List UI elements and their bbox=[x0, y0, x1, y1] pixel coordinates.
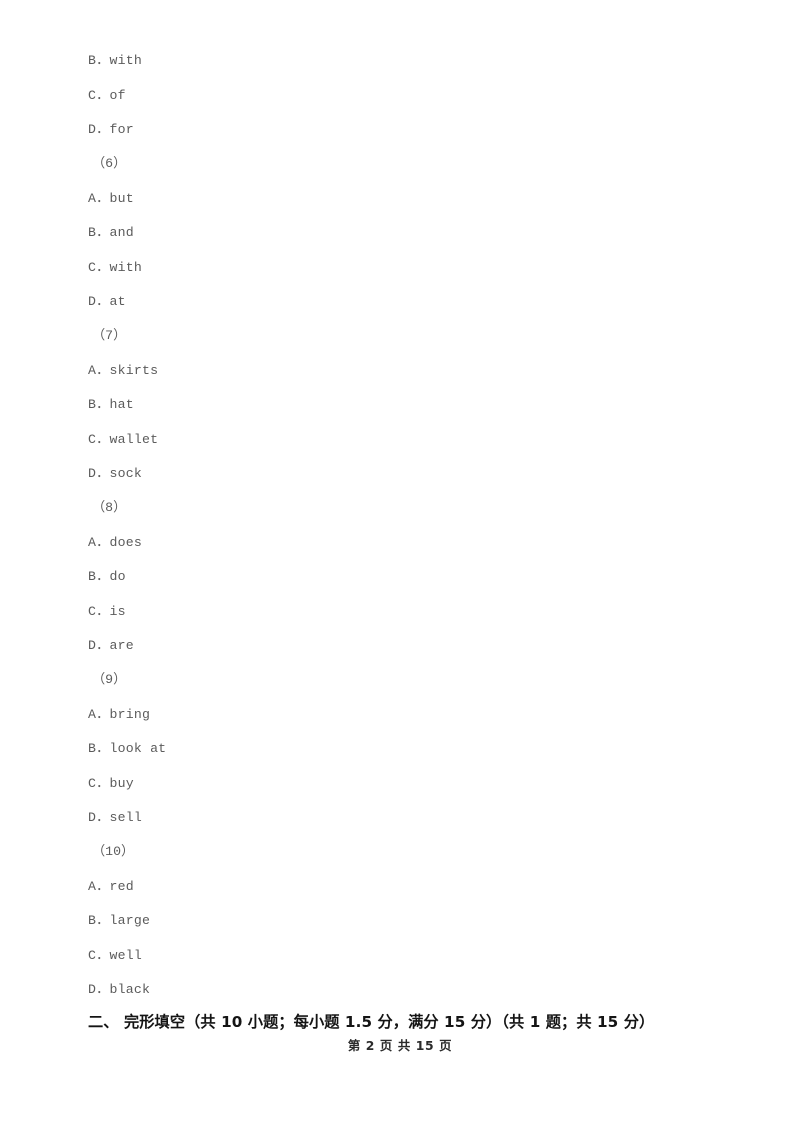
answer-option: C．buy bbox=[88, 776, 134, 791]
answer-option: B．hat bbox=[88, 397, 134, 412]
answer-option: C．well bbox=[88, 948, 142, 963]
question-number: （9） bbox=[92, 672, 127, 687]
answer-option: D．black bbox=[88, 982, 151, 997]
answer-option: A．skirts bbox=[88, 363, 159, 378]
answer-option: C．is bbox=[88, 604, 126, 619]
answer-option: B．large bbox=[88, 913, 151, 928]
exam-paper-page: B．with C．of D．for （6） A．but B．and C．with D．at （7… bbox=[0, 0, 800, 1132]
question-number: （10） bbox=[92, 844, 135, 859]
answer-option: A．does bbox=[88, 535, 142, 550]
answer-option: D．at bbox=[88, 294, 126, 309]
answer-option: B．do bbox=[88, 569, 126, 584]
answer-option: A．bring bbox=[88, 707, 151, 722]
answer-option: A．red bbox=[88, 879, 134, 894]
answer-option: D．sock bbox=[88, 466, 142, 481]
answer-option: D．for bbox=[88, 122, 134, 137]
answer-option: B．look at bbox=[88, 741, 167, 756]
question-number: （8） bbox=[92, 500, 127, 515]
answer-option: D．are bbox=[88, 638, 134, 653]
section-heading-cloze: 二、 完形填空（共 10 小题；每小题 1.5 分，满分 15 分）（共 1 题… bbox=[88, 1013, 655, 1031]
answer-option: C．with bbox=[88, 260, 142, 275]
answer-option: D．sell bbox=[88, 810, 142, 825]
answer-option: C．of bbox=[88, 88, 126, 103]
page-number-footer: 第 2 页 共 15 页 bbox=[347, 1038, 453, 1053]
answer-option: B．and bbox=[88, 225, 134, 240]
answer-option: B．with bbox=[88, 53, 142, 68]
question-number: （6） bbox=[92, 156, 127, 171]
question-number: （7） bbox=[92, 328, 127, 343]
answer-option: C．wallet bbox=[88, 432, 159, 447]
answer-option: A．but bbox=[88, 191, 134, 206]
